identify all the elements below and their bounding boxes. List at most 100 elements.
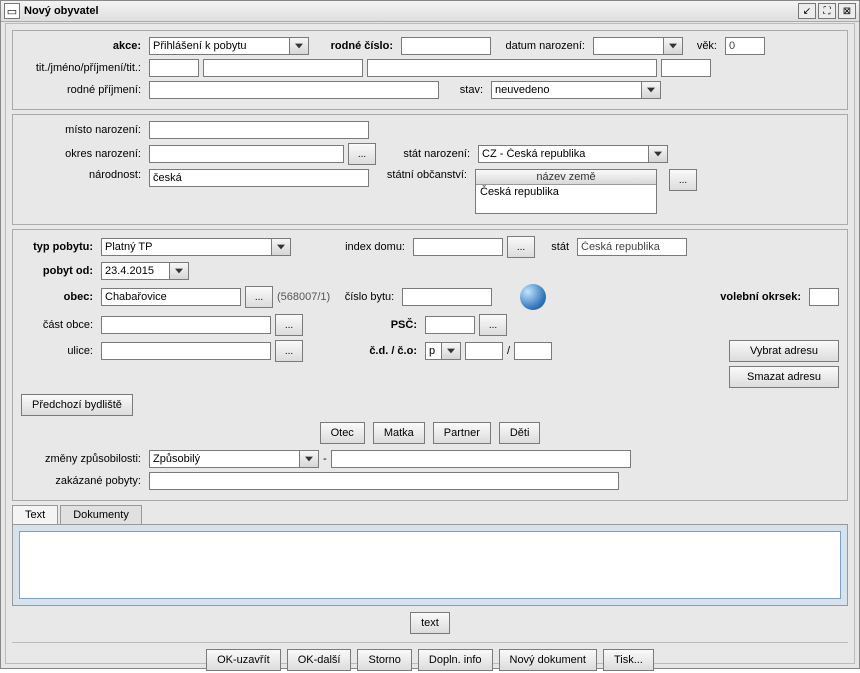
chevron-down-icon[interactable] <box>169 262 189 280</box>
ok-close-button[interactable]: OK-uzavřít <box>206 649 281 671</box>
section-birth: místo narození: okres narození: ... stát… <box>12 114 848 225</box>
so-list-empty <box>476 199 656 213</box>
co-input[interactable] <box>101 316 271 334</box>
on-lookup-button[interactable]: ... <box>348 143 376 165</box>
stav-input[interactable] <box>491 81 641 99</box>
cdco-v1-input[interactable] <box>465 342 503 360</box>
storno-button[interactable]: Storno <box>357 649 411 671</box>
tp-input[interactable] <box>101 238 271 256</box>
tisk-button[interactable]: Tisk... <box>603 649 654 671</box>
main-window: ▭ Nový obyvatel ↙ ⛶ ⊠ akce: rodné číslo:… <box>0 0 860 669</box>
so-listbox[interactable]: název země Česká republika <box>475 169 657 214</box>
zz-combo[interactable] <box>149 450 319 468</box>
predchozi-bydliste-button[interactable]: Předchozí bydliště <box>21 394 133 416</box>
stat-input <box>577 238 687 256</box>
cdco-v2-input[interactable] <box>514 342 552 360</box>
mn-label: místo narození: <box>21 124 145 136</box>
maximize-button[interactable]: ⛶ <box>818 3 836 19</box>
cb-input[interactable] <box>402 288 492 306</box>
zz-desc-input <box>331 450 631 468</box>
smazat-adresu-button[interactable]: Smazat adresu <box>729 366 839 388</box>
obec-code: (568007/1) <box>277 291 330 303</box>
cdco-type-input[interactable] <box>425 342 441 360</box>
ul-input[interactable] <box>101 342 271 360</box>
on-input[interactable] <box>149 145 344 163</box>
partner-button[interactable]: Partner <box>433 422 491 444</box>
novy-dokument-button[interactable]: Nový dokument <box>499 649 597 671</box>
rc-input[interactable] <box>401 37 491 55</box>
chevron-down-icon[interactable] <box>648 145 668 163</box>
text-area[interactable] <box>19 531 841 599</box>
sn-input[interactable] <box>478 145 648 163</box>
akce-input[interactable] <box>149 37 289 55</box>
minimize-button[interactable]: ↙ <box>798 3 816 19</box>
po-combo[interactable] <box>101 262 189 280</box>
akce-combo[interactable] <box>149 37 309 55</box>
so-lookup-button[interactable]: ... <box>669 169 697 191</box>
obec-input[interactable] <box>101 288 241 306</box>
stav-label: stav: <box>443 84 487 96</box>
tp-combo[interactable] <box>101 238 291 256</box>
stav-combo[interactable] <box>491 81 661 99</box>
chevron-down-icon[interactable] <box>271 238 291 256</box>
deti-button[interactable]: Děti <box>499 422 541 444</box>
mn-input[interactable] <box>149 121 369 139</box>
rp-input[interactable] <box>149 81 439 99</box>
sn-label: stát narození: <box>380 148 474 160</box>
chevron-down-icon[interactable] <box>641 81 661 99</box>
tab-text[interactable]: Text <box>12 505 58 524</box>
slash: / <box>507 345 510 357</box>
vybrat-adresu-button[interactable]: Vybrat adresu <box>729 340 839 362</box>
dash: - <box>323 453 327 465</box>
vo-label: volební okrsek: <box>720 291 805 303</box>
psc-input[interactable] <box>425 316 475 334</box>
obec-lookup-button[interactable]: ... <box>245 286 273 308</box>
tab-dokumenty[interactable]: Dokumenty <box>60 505 142 524</box>
dn-label: datum narození: <box>495 40 589 52</box>
first-name-input[interactable] <box>203 59 363 77</box>
dopln-info-button[interactable]: Dopln. info <box>418 649 493 671</box>
so-list-item[interactable]: Česká republika <box>476 185 656 199</box>
chevron-down-icon[interactable] <box>441 342 461 360</box>
globe-icon[interactable] <box>520 284 546 310</box>
so-list-header: název země <box>476 170 656 185</box>
ul-lookup-button[interactable]: ... <box>275 340 303 362</box>
matka-button[interactable]: Matka <box>373 422 425 444</box>
stat-label: stát <box>539 241 573 253</box>
chevron-down-icon[interactable] <box>289 37 309 55</box>
co-label: část obce: <box>21 319 97 331</box>
rc-label: rodné číslo: <box>313 40 397 52</box>
nar-input[interactable] <box>149 169 369 187</box>
title-before-input[interactable] <box>149 59 199 77</box>
otec-button[interactable]: Otec <box>320 422 365 444</box>
akce-label: akce: <box>21 40 145 52</box>
section-identity: akce: rodné číslo: datum narození: věk: … <box>12 30 848 110</box>
text-button[interactable]: text <box>410 612 450 634</box>
title-after-input[interactable] <box>661 59 711 77</box>
psc-lookup-button[interactable]: ... <box>479 314 507 336</box>
id-lookup-button[interactable]: ... <box>507 236 535 258</box>
window-title: Nový obyvatel <box>24 5 99 17</box>
id-input[interactable] <box>413 238 503 256</box>
footer: OK-uzavřít OK-další Storno Dopln. info N… <box>12 642 848 673</box>
cdco-type-combo[interactable] <box>425 342 461 360</box>
chevron-down-icon[interactable] <box>299 450 319 468</box>
chevron-down-icon[interactable] <box>663 37 683 55</box>
name-label: tit./jméno/příjmení/tit.: <box>21 62 145 74</box>
zz-input[interactable] <box>149 450 299 468</box>
po-input[interactable] <box>101 262 169 280</box>
section-residence: typ pobytu: index domu: ... stát pobyt o… <box>12 229 848 501</box>
last-name-input[interactable] <box>367 59 657 77</box>
co-lookup-button[interactable]: ... <box>275 314 303 336</box>
dn-combo[interactable] <box>593 37 683 55</box>
ul-label: ulice: <box>21 345 97 357</box>
ok-next-button[interactable]: OK-další <box>287 649 352 671</box>
cb-label: číslo bytu: <box>334 291 398 303</box>
close-button[interactable]: ⊠ <box>838 3 856 19</box>
vo-input <box>809 288 839 306</box>
dn-input[interactable] <box>593 37 663 55</box>
zp-label: zakázané pobyty: <box>21 475 145 487</box>
vek-label: věk: <box>687 40 721 52</box>
on-label: okres narození: <box>21 148 145 160</box>
sn-combo[interactable] <box>478 145 668 163</box>
